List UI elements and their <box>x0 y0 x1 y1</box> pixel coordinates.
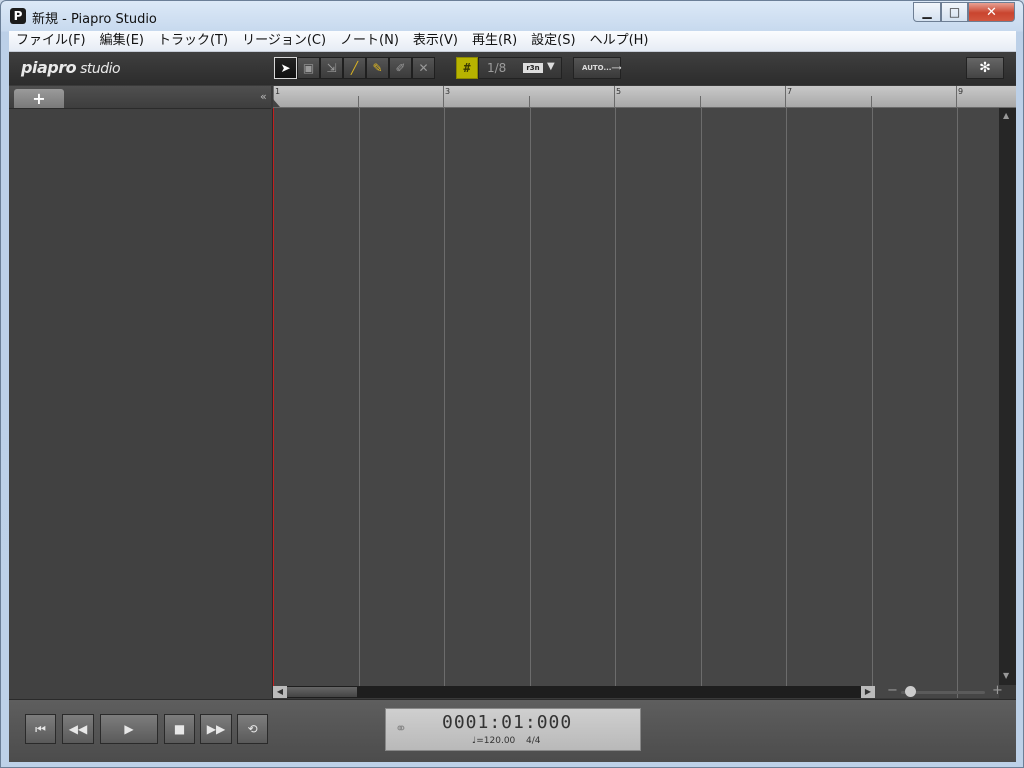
title-bar: P 新規 - Piapro Studio ▁ □ ✕ <box>1 1 1023 31</box>
triplet-badge: r3n <box>523 63 543 73</box>
eraser-x-icon[interactable]: ✕ <box>412 57 435 79</box>
track-canvas[interactable] <box>273 108 999 698</box>
position-readout: 0001:01:000 <box>442 712 573 733</box>
grid-snap-button[interactable]: # <box>456 57 478 79</box>
transport-bar: ⏮ ◀◀ ▶ ■ ▶▶ ⟲ ⚭ 0001:01:000 ♩=120.00 4/4 <box>9 699 1016 762</box>
menu-settings[interactable]: 設定(S) <box>524 31 582 51</box>
ruler-label: 3 <box>445 87 451 96</box>
range-select-icon[interactable]: ⇲ <box>320 57 343 79</box>
ruler-label: 1 <box>275 87 281 96</box>
ruler-label: 5 <box>616 87 622 96</box>
bar-gridline <box>444 108 445 698</box>
horizontal-scroll-thumb[interactable] <box>287 687 357 697</box>
ruler-tick <box>443 86 444 107</box>
scroll-left-icon[interactable]: ◀ <box>273 686 287 698</box>
track-list-header: + « <box>9 86 271 109</box>
close-button[interactable]: ✕ <box>968 2 1015 22</box>
ruler-label: 7 <box>787 87 793 96</box>
brush-icon[interactable]: ✐ <box>389 57 412 79</box>
line-icon[interactable]: ╱ <box>343 57 366 79</box>
toolbar: piapro studio ➤ ▣ ⇲ ╱ ✎ ✐ ✕ # 1/8 r3n ▼ A… <box>9 52 1016 85</box>
pencil-icon[interactable]: ✎ <box>366 57 389 79</box>
piapro-studio-logo: piapro studio <box>21 58 121 77</box>
bar-gridline <box>530 108 531 698</box>
timeline-ruler[interactable]: 1 3 5 7 9 <box>273 86 1016 108</box>
rewind-to-start-button[interactable]: ⏮ <box>25 714 56 744</box>
menu-region[interactable]: リージョン(C) <box>235 31 333 51</box>
ruler-tick <box>529 96 530 107</box>
zoom-in-icon[interactable]: + <box>992 683 1003 698</box>
time-display: ⚭ 0001:01:000 ♩=120.00 4/4 <box>385 708 641 751</box>
menu-track[interactable]: トラック(T) <box>151 31 235 51</box>
bar-gridline <box>786 108 787 698</box>
quantize-select[interactable]: 1/8 r3n ▼ <box>478 57 562 79</box>
scroll-right-icon[interactable]: ▶ <box>861 686 875 698</box>
horizontal-scrollbar[interactable] <box>273 686 875 698</box>
menu-edit[interactable]: 編集(E) <box>93 31 151 51</box>
chevron-down-icon: ▼ <box>547 61 555 72</box>
collapse-panel-icon[interactable]: « <box>260 90 267 103</box>
sync-link-icon[interactable]: ⚭ <box>395 721 407 737</box>
menu-help[interactable]: ヘルプ(H) <box>583 31 656 51</box>
playhead-marker[interactable] <box>273 99 280 107</box>
menu-file[interactable]: ファイル(F) <box>9 31 93 51</box>
ruler-label: 9 <box>958 87 964 96</box>
bar-gridline <box>615 108 616 698</box>
ruler-tick <box>785 86 786 107</box>
vertical-scrollbar[interactable] <box>999 108 1016 685</box>
region-select-icon[interactable]: ▣ <box>297 57 320 79</box>
menu-note[interactable]: ノート(N) <box>333 31 406 51</box>
menu-bar: ファイル(F) 編集(E) トラック(T) リージョン(C) ノート(N) 表示… <box>9 31 1016 52</box>
ruler-tick <box>700 96 701 107</box>
tool-group: ➤ ▣ ⇲ ╱ ✎ ✐ ✕ <box>274 57 435 79</box>
fast-forward-button[interactable]: ▶▶ <box>200 714 232 744</box>
tempo-readout[interactable]: ♩=120.00 <box>472 736 515 746</box>
zoom-out-icon[interactable]: − <box>887 683 898 698</box>
logo-sub: studio <box>80 61 121 77</box>
settings-gear-icon[interactable]: ✻ <box>966 57 1004 79</box>
zoom-slider-handle[interactable] <box>904 686 916 697</box>
loop-button[interactable]: ⟲ <box>237 714 268 744</box>
maximize-button[interactable]: □ <box>941 2 968 22</box>
quantize-value: 1/8 <box>487 61 507 75</box>
menu-playback[interactable]: 再生(R) <box>465 31 524 51</box>
add-track-button[interactable]: + <box>14 89 64 108</box>
bar-gridline <box>872 108 873 698</box>
bar-gridline <box>701 108 702 698</box>
app-window: P 新規 - Piapro Studio ▁ □ ✕ ファイル(F) 編集(E)… <box>0 0 1024 768</box>
time-signature-readout[interactable]: 4/4 <box>526 736 540 746</box>
ruler-tick <box>956 86 957 107</box>
minimize-button[interactable]: ▁ <box>913 2 941 22</box>
track-list-panel <box>9 109 273 699</box>
app-icon: P <box>10 8 26 24</box>
play-button[interactable]: ▶ <box>100 714 158 744</box>
window-title: 新規 - Piapro Studio <box>32 12 157 27</box>
logo-main: piapro <box>21 58 77 77</box>
bar-gridline <box>359 108 360 698</box>
menu-view[interactable]: 表示(V) <box>406 31 465 51</box>
bar-gridline <box>957 108 958 698</box>
ruler-tick <box>614 86 615 107</box>
auto-button[interactable]: AUTO...⟶ <box>573 57 621 79</box>
scroll-up-icon[interactable]: ▲ <box>1003 111 1009 120</box>
app-client: ファイル(F) 編集(E) トラック(T) リージョン(C) ノート(N) 表示… <box>9 31 1016 762</box>
stop-button[interactable]: ■ <box>164 714 195 744</box>
rewind-button[interactable]: ◀◀ <box>62 714 94 744</box>
arrow-pointer-icon[interactable]: ➤ <box>274 57 297 79</box>
playhead-line <box>273 108 274 698</box>
ruler-tick <box>358 96 359 107</box>
ruler-tick <box>871 96 872 107</box>
scroll-down-icon[interactable]: ▼ <box>1003 671 1009 680</box>
